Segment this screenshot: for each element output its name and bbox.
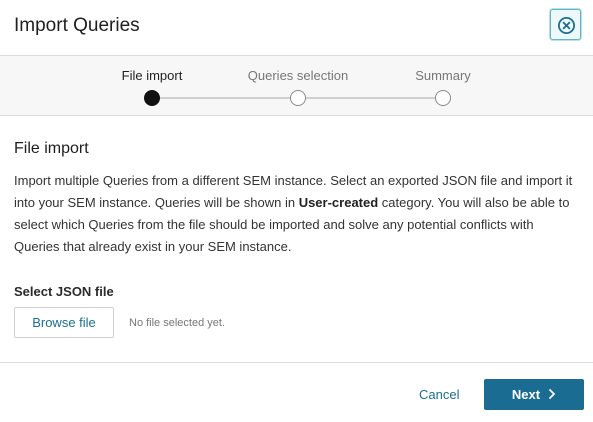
- section-title: File import: [14, 140, 89, 157]
- browse-file-button[interactable]: Browse file: [14, 307, 114, 338]
- description-bold: User-created: [298, 195, 379, 210]
- cancel-button[interactable]: Cancel: [419, 387, 459, 402]
- next-button-label: Next: [511, 387, 541, 402]
- dialog-header: Import Queries: [0, 0, 593, 56]
- import-description: Import multiple Queries from a different…: [14, 170, 579, 258]
- close-circle-icon: [558, 17, 575, 34]
- step-dot-summary: [435, 90, 451, 106]
- step-connector: [152, 97, 298, 99]
- step-label-summary: Summary: [415, 68, 471, 83]
- dialog-footer: Cancel Next: [0, 362, 593, 422]
- file-status-text: No file selected yet.: [129, 317, 225, 329]
- next-button[interactable]: Next: [484, 379, 584, 410]
- step-connector: [298, 97, 443, 99]
- close-button[interactable]: [550, 9, 581, 40]
- step-label-queries-selection: Queries selection: [247, 68, 349, 83]
- step-label-file-import: File import: [121, 68, 183, 83]
- main-content: File import Import multiple Queries from…: [14, 140, 579, 258]
- step-dot-file-import: [144, 90, 160, 106]
- wizard-stepper: File import Queries selection Summary: [0, 56, 593, 116]
- dialog-title: Import Queries: [14, 15, 140, 36]
- select-json-label: Select JSON file: [14, 284, 114, 299]
- step-dot-queries-selection: [290, 90, 306, 106]
- chevron-right-icon: [548, 387, 556, 402]
